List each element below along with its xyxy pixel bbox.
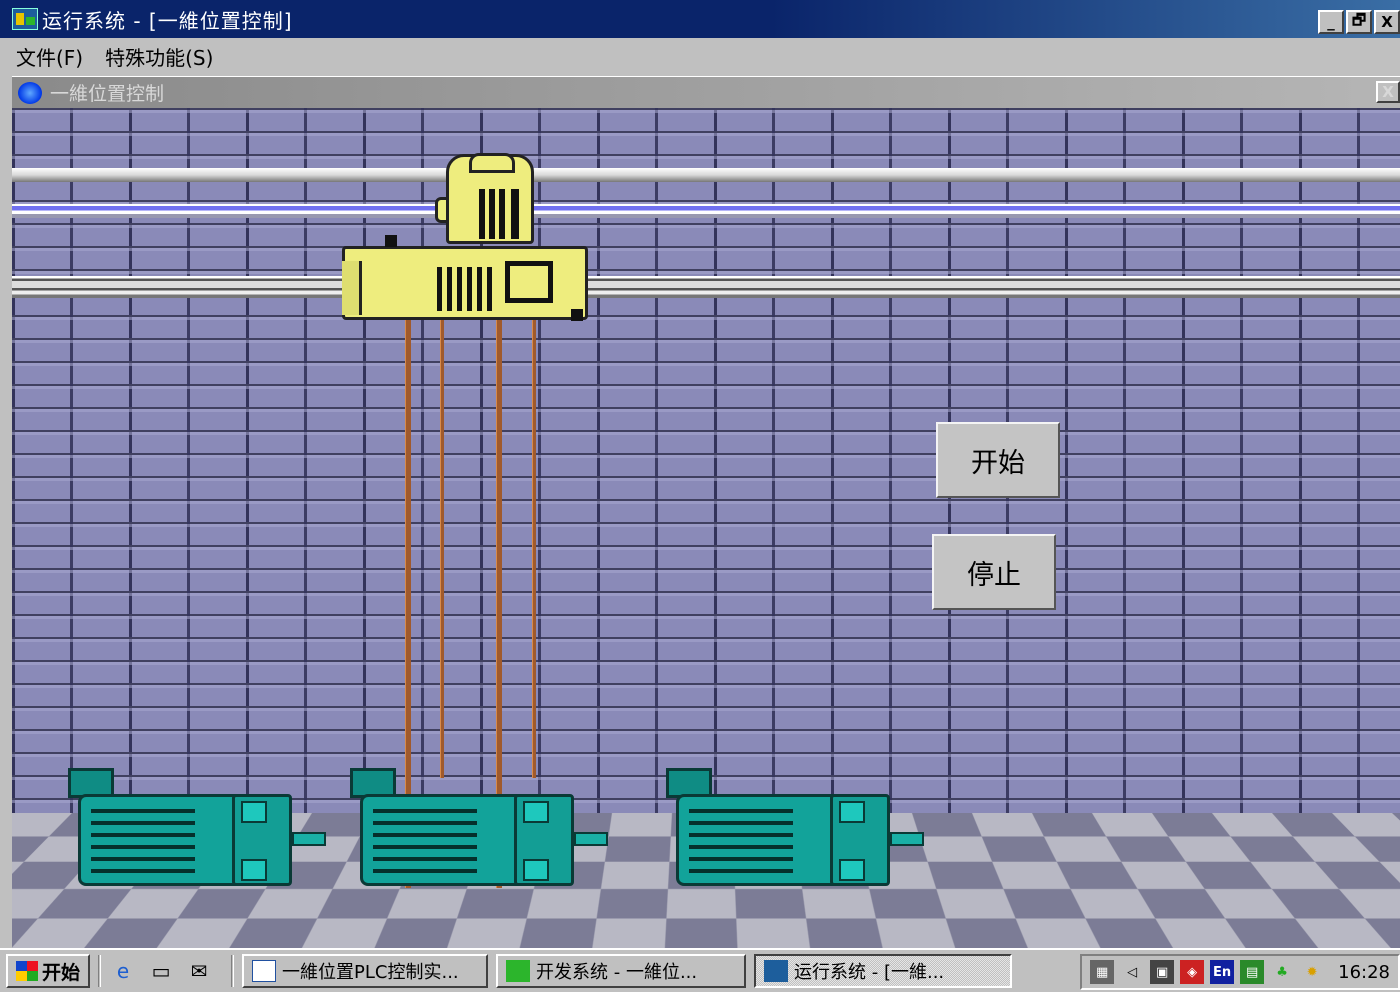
taskbar: 开始 e ▭ ✉ 一維位置PLC控制实... 开发系统 - 一維位... 运行系… bbox=[0, 948, 1400, 992]
system-tray: ▦ ◁ ▣ ◈ En ▤ ♣ ✹ 16:28 bbox=[1080, 954, 1400, 990]
close-button[interactable]: X bbox=[1374, 10, 1400, 34]
crane-trolley bbox=[340, 152, 594, 332]
rail-top bbox=[12, 168, 1400, 182]
start-label: 开始 bbox=[42, 961, 81, 984]
menu-special[interactable]: 特殊功能(S) bbox=[105, 42, 213, 71]
volume-icon[interactable]: ◁ bbox=[1120, 960, 1144, 984]
show-desktop-icon[interactable]: ▭ bbox=[147, 957, 175, 985]
trolley-body bbox=[342, 235, 588, 321]
rail-guide bbox=[12, 204, 1400, 218]
rail-track bbox=[12, 276, 1400, 298]
window-titlebar: 运行系统 - [一維位置控制] _ 🗗 X bbox=[0, 0, 1400, 38]
clock: 16:28 bbox=[1338, 961, 1390, 983]
floor-motor-3 bbox=[666, 768, 924, 894]
task-label: 运行系统 - [一維... bbox=[794, 962, 945, 983]
animation-canvas: 开始 停止 bbox=[12, 108, 1400, 948]
settings-gear-icon[interactable]: ✹ bbox=[1300, 960, 1324, 984]
stop-button[interactable]: 停止 bbox=[932, 534, 1056, 610]
monitor-icon[interactable]: ▣ bbox=[1150, 960, 1175, 984]
menu-file[interactable]: 文件(F) bbox=[16, 42, 83, 71]
input-method-indicator[interactable]: En bbox=[1210, 960, 1235, 984]
word-icon bbox=[252, 960, 277, 982]
windows-logo-icon bbox=[16, 961, 38, 981]
task-button-runtime[interactable]: 运行系统 - [一維... bbox=[754, 954, 1013, 988]
window-title: 运行系统 - [一維位置控制] bbox=[42, 8, 293, 33]
window-controls: _ 🗗 X bbox=[1318, 10, 1400, 34]
network-share-icon[interactable]: ♣ bbox=[1270, 960, 1294, 984]
menu-bar: 文件(F) 特殊功能(S) bbox=[0, 38, 1400, 74]
hoist-motor bbox=[435, 153, 534, 244]
antivirus-icon[interactable]: ◈ bbox=[1180, 960, 1205, 984]
task-label: 一維位置PLC控制实... bbox=[282, 962, 459, 983]
document-tray-icon[interactable]: ▤ bbox=[1240, 960, 1265, 984]
inner-close-button[interactable]: X bbox=[1376, 81, 1400, 103]
start-menu-button[interactable]: 开始 bbox=[6, 954, 91, 988]
outlook-icon[interactable]: ✉ bbox=[185, 957, 213, 985]
task-label: 开发系统 - 一維位... bbox=[536, 962, 698, 983]
restore-button[interactable]: 🗗 bbox=[1346, 10, 1372, 34]
floor-motor-1 bbox=[68, 768, 326, 894]
task-button-word[interactable]: 一維位置PLC控制实... bbox=[242, 954, 489, 988]
inner-window-title: 一維位置控制 bbox=[50, 83, 165, 105]
task-button-dev[interactable]: 开发系统 - 一維位... bbox=[496, 954, 747, 988]
minimize-button[interactable]: _ bbox=[1318, 10, 1344, 34]
hoist-rope bbox=[532, 308, 536, 778]
hoist-rope bbox=[440, 308, 444, 778]
start-button[interactable]: 开始 bbox=[936, 422, 1060, 498]
inner-window-titlebar: 一維位置控制 X bbox=[12, 76, 1400, 108]
ie-icon[interactable]: e bbox=[109, 957, 137, 985]
dev-system-icon bbox=[506, 960, 531, 982]
document-icon bbox=[18, 81, 42, 104]
floor-motor-2 bbox=[350, 768, 608, 894]
network-icon[interactable]: ▦ bbox=[1090, 960, 1115, 984]
runtime-icon bbox=[764, 960, 789, 982]
app-icon bbox=[12, 8, 38, 30]
